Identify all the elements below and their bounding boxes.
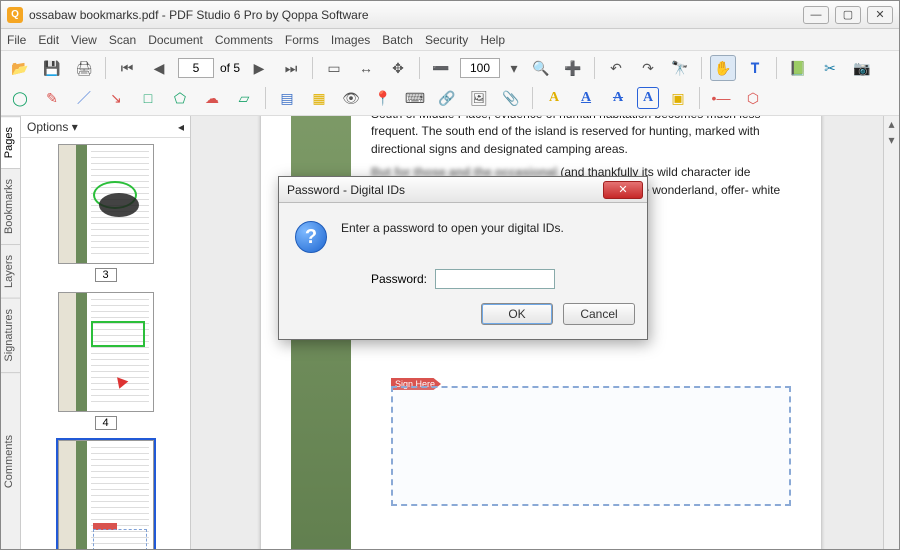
ok-button[interactable]: OK: [481, 303, 553, 325]
modal-overlay: Password - Digital IDs ✕ ? Enter a passw…: [0, 0, 900, 550]
app-window: Q ossabaw bookmarks.pdf - PDF Studio 6 P…: [0, 0, 900, 550]
password-dialog: Password - Digital IDs ✕ ? Enter a passw…: [278, 176, 648, 340]
password-label: Password:: [371, 272, 427, 286]
dialog-close-button[interactable]: ✕: [603, 181, 643, 199]
question-icon: ?: [295, 221, 327, 253]
dialog-title: Password - Digital IDs: [287, 183, 405, 197]
cancel-button[interactable]: Cancel: [563, 303, 635, 325]
password-input[interactable]: [435, 269, 555, 289]
dialog-titlebar: Password - Digital IDs ✕: [279, 177, 647, 203]
dialog-message: Enter a password to open your digital ID…: [341, 221, 564, 235]
